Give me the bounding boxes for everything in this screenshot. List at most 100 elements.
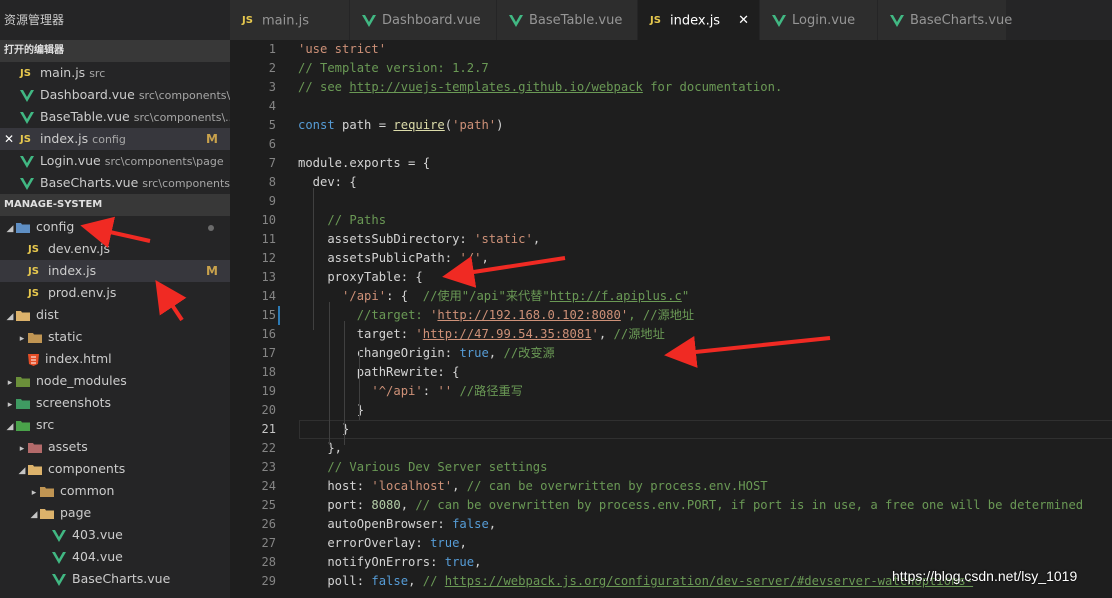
tree-item[interactable]: ◢ page	[0, 502, 230, 524]
line-number: 6	[268, 137, 276, 151]
code-line[interactable]: // see http://vuejs-templates.github.io/…	[298, 78, 1112, 97]
tree-item[interactable]: JS prod.env.js	[0, 282, 230, 304]
code-line[interactable]: '^/api': '' //路径重写	[298, 382, 1112, 401]
twisty-icon[interactable]: ▸	[16, 328, 28, 348]
close-icon[interactable]: ✕	[738, 0, 749, 42]
code-line[interactable]: assetsSubDirectory: 'static',	[298, 230, 1112, 249]
code-line[interactable]: '/api': { //使用"/api"来代替"http://f.apiplus…	[298, 287, 1112, 306]
code-line[interactable]: port: 8080, // can be overwritten by pro…	[298, 496, 1112, 515]
tree-item[interactable]: JS index.js M	[0, 260, 230, 282]
tree-item[interactable]: ◢ dist	[0, 304, 230, 326]
code-line[interactable]	[298, 192, 1112, 211]
tree-item[interactable]: 403.vue	[0, 524, 230, 546]
code-token: 'static'	[474, 232, 533, 246]
folder-open-icon	[40, 509, 54, 519]
folder-icon	[28, 333, 42, 343]
code-line[interactable]: },	[298, 439, 1112, 458]
code-token: }	[298, 403, 365, 417]
twisty-icon[interactable]: ▸	[28, 482, 40, 502]
tree-item[interactable]: ◢ config	[0, 216, 230, 238]
code-line[interactable]: assetsPublicPath: '/',	[298, 249, 1112, 268]
open-editor-label: main.js	[40, 65, 86, 80]
vscode-window: 资源管理器 打开的编辑器 JS main.js src Dashboard.vue sr…	[0, 0, 1112, 598]
tab-dashboard-vue[interactable]: Dashboard.vue	[350, 0, 497, 40]
open-editor-item[interactable]: Dashboard.vuesrc\components\...	[0, 84, 230, 106]
code-line[interactable]: proxyTable: {	[298, 268, 1112, 287]
code-editor[interactable]: 1 2 3 4 5 6 7 8 9 10 11 12 13 14 15 16 17 18 19 20 21 22 23 24 2…	[230, 40, 1112, 598]
tree-item[interactable]: 404.vue	[0, 546, 230, 568]
open-editor-item[interactable]: ✕ JS index.js config M	[0, 128, 230, 150]
tree-item[interactable]: ▸ static	[0, 326, 230, 348]
code-token: ,	[452, 479, 467, 493]
code-line[interactable]: // Template version: 1.2.7	[298, 59, 1112, 78]
code-token: ,	[474, 555, 482, 569]
code-line[interactable]	[298, 97, 1112, 116]
code-line[interactable]: // Paths	[298, 211, 1112, 230]
code-line[interactable]: host: 'localhost', // can be overwritten…	[298, 477, 1112, 496]
modified-badge: M	[206, 264, 218, 278]
twisty-icon[interactable]: ◢	[4, 306, 16, 326]
code-line[interactable]: autoOpenBrowser: false,	[298, 515, 1112, 534]
tree-item-label: 404.vue	[72, 549, 123, 564]
tab-basetable-vue[interactable]: BaseTable.vue	[497, 0, 638, 40]
js-icon: JS	[28, 243, 39, 255]
tree-item[interactable]: ▸ screenshots	[0, 392, 230, 414]
open-editor-item[interactable]: BaseTable.vue src\components\...	[0, 106, 230, 128]
open-editor-item[interactable]: BaseCharts.vuesrc\components\...	[0, 172, 230, 194]
tree-item[interactable]: ▸ node_modules	[0, 370, 230, 392]
code-line[interactable]: // Various Dev Server settings	[298, 458, 1112, 477]
tree-item[interactable]: ◢ components	[0, 458, 230, 480]
tree-item[interactable]: BaseCharts.vue	[0, 568, 230, 590]
code-line[interactable]: errorOverlay: true,	[298, 534, 1112, 553]
code-line[interactable]: }	[298, 401, 1112, 420]
line-number-gutter: 1 2 3 4 5 6 7 8 9 10 11 12 13 14 15 16 17 18 19 20 21 22 23 24 2…	[230, 40, 276, 598]
code-line[interactable]: pathRewrite: {	[298, 363, 1112, 382]
code-line[interactable]: }	[298, 420, 1112, 439]
tree-item[interactable]: JS dev.env.js	[0, 238, 230, 260]
tab-label: Login.vue	[792, 13, 856, 28]
explorer-sidebar: 资源管理器 打开的编辑器 JS main.js src Dashboard.vue sr…	[0, 0, 230, 598]
code-token: }	[298, 422, 350, 436]
code-line[interactable]: 'use strict'	[298, 40, 1112, 59]
open-editor-item[interactable]: Login.vue src\components\page	[0, 150, 230, 172]
code-line[interactable]: //target: 'http://192.168.0.102:8080', /…	[298, 306, 1112, 325]
tree-item[interactable]: ▸ assets	[0, 436, 230, 458]
project-header[interactable]: MANAGE-SYSTEM	[0, 194, 230, 216]
dist-folder-icon	[16, 311, 30, 321]
code-lines[interactable]: 'use strict' // Template version: 1.2.7 //…	[298, 40, 1112, 591]
code-token: '/api'	[342, 289, 387, 303]
tab-label: BaseCharts.vue	[910, 13, 1013, 28]
code-line[interactable]: target: 'http://47.99.54.35:8081', //源地址	[298, 325, 1112, 344]
tab-main-js[interactable]: JS main.js	[230, 0, 350, 40]
open-editors-header[interactable]: 打开的编辑器	[0, 40, 230, 62]
tree-item[interactable]: ◢ src	[0, 414, 230, 436]
tree-item[interactable]: index.html	[0, 348, 230, 370]
twisty-icon[interactable]: ▸	[4, 372, 16, 392]
code-line[interactable]	[298, 135, 1112, 154]
code-token: autoOpenBrowser:	[298, 517, 453, 531]
tree-item[interactable]: ▸ common	[0, 480, 230, 502]
twisty-icon[interactable]: ◢	[4, 218, 16, 238]
code-line[interactable]: changeOrigin: true, //改变源	[298, 344, 1112, 363]
tab-login-vue[interactable]: Login.vue	[760, 0, 878, 40]
twisty-icon[interactable]: ◢	[28, 504, 40, 524]
code-line[interactable]: dev: {	[298, 173, 1112, 192]
tab-label: Dashboard.vue	[382, 13, 481, 28]
code-token: true	[430, 536, 460, 550]
close-icon[interactable]: ✕	[4, 128, 16, 150]
twisty-icon[interactable]: ▸	[4, 394, 16, 414]
code-line[interactable]: module.exports = {	[298, 154, 1112, 173]
tab-basecharts-vue[interactable]: BaseCharts.vue	[878, 0, 1012, 40]
open-editor-item[interactable]: JS main.js src	[0, 62, 230, 84]
twisty-icon[interactable]: ▸	[16, 438, 28, 458]
code-token: module.exports = {	[298, 156, 431, 170]
tab-index-js[interactable]: JS index.js ✕	[638, 0, 760, 40]
twisty-icon[interactable]: ◢	[4, 416, 16, 436]
twisty-icon[interactable]: ◢	[16, 460, 28, 480]
indent-guide	[313, 188, 314, 330]
open-editor-label: index.js	[40, 131, 89, 146]
open-editor-path: src\components\page	[104, 155, 224, 168]
code-line[interactable]: const path = require('path')	[298, 116, 1112, 135]
